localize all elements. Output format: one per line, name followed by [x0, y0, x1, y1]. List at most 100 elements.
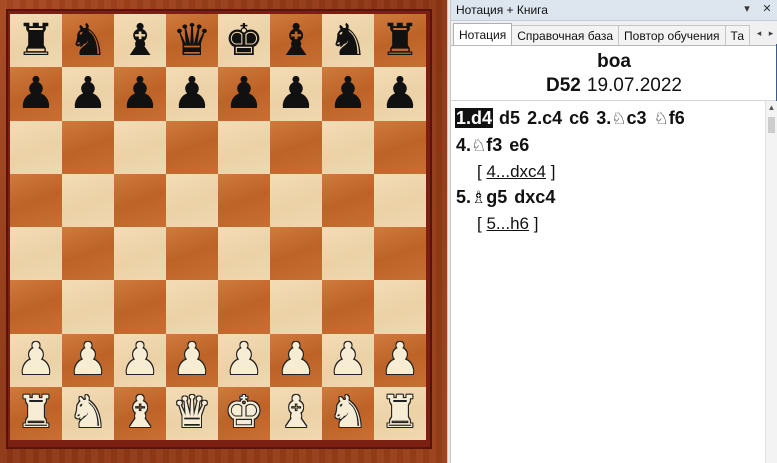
- square-d8[interactable]: ♛: [166, 14, 218, 68]
- square-a1[interactable]: ♜: [10, 386, 62, 440]
- square-c7[interactable]: ♟: [114, 67, 166, 121]
- black-rook-icon[interactable]: ♜: [380, 18, 419, 63]
- white-knight-icon[interactable]: ♞: [68, 391, 107, 435]
- square-a4[interactable]: [10, 227, 62, 281]
- square-g7[interactable]: ♟: [322, 67, 374, 121]
- black-queen-icon[interactable]: ♛: [172, 18, 211, 63]
- square-b4[interactable]: [62, 227, 114, 281]
- square-b1[interactable]: ♞: [62, 386, 114, 440]
- square-d1[interactable]: ♛: [166, 386, 218, 440]
- move[interactable]: e6: [508, 135, 530, 155]
- square-c4[interactable]: [114, 227, 166, 281]
- square-f4[interactable]: [270, 227, 322, 281]
- black-bishop-icon[interactable]: ♝: [120, 18, 159, 63]
- white-pawn-icon[interactable]: ♟: [224, 338, 263, 382]
- square-a7[interactable]: ♟: [10, 67, 62, 121]
- square-f6[interactable]: [270, 120, 322, 174]
- white-knight-icon[interactable]: ♞: [328, 391, 367, 435]
- white-pawn-icon[interactable]: ♟: [172, 338, 211, 382]
- square-g8[interactable]: ♞: [322, 14, 374, 68]
- square-g5[interactable]: [322, 173, 374, 227]
- variation-move[interactable]: 5...h6: [486, 214, 529, 233]
- square-h4[interactable]: [374, 227, 426, 281]
- square-e5[interactable]: [218, 173, 270, 227]
- move[interactable]: c6: [568, 108, 590, 128]
- black-pawn-icon[interactable]: ♟: [16, 71, 55, 116]
- black-rook-icon[interactable]: ♜: [16, 18, 55, 63]
- move[interactable]: 4.♘f3: [455, 135, 503, 156]
- square-d6[interactable]: [166, 120, 218, 174]
- square-g2[interactable]: ♟: [322, 333, 374, 387]
- square-b6[interactable]: [62, 120, 114, 174]
- square-f2[interactable]: ♟: [270, 333, 322, 387]
- square-a8[interactable]: ♜: [10, 14, 62, 68]
- square-f5[interactable]: [270, 173, 322, 227]
- square-b5[interactable]: [62, 173, 114, 227]
- scroll-up-icon[interactable]: ▲: [766, 101, 777, 115]
- move[interactable]: 5.♗g5: [455, 187, 508, 208]
- square-c3[interactable]: [114, 280, 166, 334]
- square-b2[interactable]: ♟: [62, 333, 114, 387]
- square-c8[interactable]: ♝: [114, 14, 166, 68]
- move[interactable]: 2.c4: [526, 108, 563, 128]
- square-h5[interactable]: [374, 173, 426, 227]
- white-rook-icon[interactable]: ♜: [16, 391, 55, 435]
- black-pawn-icon[interactable]: ♟: [276, 71, 315, 116]
- square-h2[interactable]: ♟: [374, 333, 426, 387]
- black-pawn-icon[interactable]: ♟: [380, 71, 419, 116]
- tab-reference-base[interactable]: Справочная база: [511, 25, 620, 45]
- chess-board[interactable]: ♜ ♞ ♝ ♛ ♚ ♝ ♞ ♜ ♟ ♟ ♟ ♟ ♟ ♟ ♟ ♟ ♟ ♟ ♟ ♟ ♟ ♟ ♟ ♟ ♜ ♞ ♝ ♛ ♚ ♝ ♞ ♜: [10, 14, 426, 440]
- square-c6[interactable]: [114, 120, 166, 174]
- white-king-icon[interactable]: ♚: [224, 391, 263, 435]
- tab-scroll-left-icon[interactable]: ◂: [753, 21, 765, 45]
- move[interactable]: 1.d4: [455, 108, 494, 128]
- square-g6[interactable]: [322, 120, 374, 174]
- scroll-thumb[interactable]: [768, 117, 775, 133]
- white-pawn-icon[interactable]: ♟: [68, 338, 107, 382]
- square-c2[interactable]: ♟: [114, 333, 166, 387]
- white-pawn-icon[interactable]: ♟: [276, 338, 315, 382]
- square-b8[interactable]: ♞: [62, 14, 114, 68]
- tab-notation[interactable]: Нотация: [453, 23, 513, 45]
- move[interactable]: dxc4: [513, 187, 556, 207]
- square-a3[interactable]: [10, 280, 62, 334]
- black-knight-icon[interactable]: ♞: [328, 18, 367, 63]
- square-d4[interactable]: [166, 227, 218, 281]
- square-e4[interactable]: [218, 227, 270, 281]
- square-h8[interactable]: ♜: [374, 14, 426, 68]
- square-e2[interactable]: ♟: [218, 333, 270, 387]
- white-rook-icon[interactable]: ♜: [380, 391, 419, 435]
- square-e8[interactable]: ♚: [218, 14, 270, 68]
- square-g1[interactable]: ♞: [322, 386, 374, 440]
- square-f7[interactable]: ♟: [270, 67, 322, 121]
- square-d2[interactable]: ♟: [166, 333, 218, 387]
- square-h6[interactable]: [374, 120, 426, 174]
- white-bishop-icon[interactable]: ♝: [120, 391, 159, 435]
- square-e3[interactable]: [218, 280, 270, 334]
- white-pawn-icon[interactable]: ♟: [16, 338, 55, 382]
- square-c5[interactable]: [114, 173, 166, 227]
- move[interactable]: d5: [498, 108, 521, 128]
- black-bishop-icon[interactable]: ♝: [276, 18, 315, 63]
- black-knight-icon[interactable]: ♞: [68, 18, 107, 63]
- black-pawn-icon[interactable]: ♟: [68, 71, 107, 116]
- square-d5[interactable]: [166, 173, 218, 227]
- black-pawn-icon[interactable]: ♟: [172, 71, 211, 116]
- white-pawn-icon[interactable]: ♟: [120, 338, 159, 382]
- move[interactable]: ♘f6: [653, 108, 686, 129]
- white-queen-icon[interactable]: ♛: [172, 391, 211, 435]
- square-g3[interactable]: [322, 280, 374, 334]
- square-c1[interactable]: ♝: [114, 386, 166, 440]
- square-g4[interactable]: [322, 227, 374, 281]
- tab-scroll-right-icon[interactable]: ▸: [765, 21, 777, 45]
- square-e6[interactable]: [218, 120, 270, 174]
- square-b3[interactable]: [62, 280, 114, 334]
- square-e1[interactable]: ♚: [218, 386, 270, 440]
- square-d7[interactable]: ♟: [166, 67, 218, 121]
- white-pawn-icon[interactable]: ♟: [380, 338, 419, 382]
- white-bishop-icon[interactable]: ♝: [276, 391, 315, 435]
- tab-truncated[interactable]: Та: [724, 25, 751, 45]
- move[interactable]: 3.♘c3: [595, 108, 647, 129]
- black-pawn-icon[interactable]: ♟: [224, 71, 263, 116]
- square-d3[interactable]: [166, 280, 218, 334]
